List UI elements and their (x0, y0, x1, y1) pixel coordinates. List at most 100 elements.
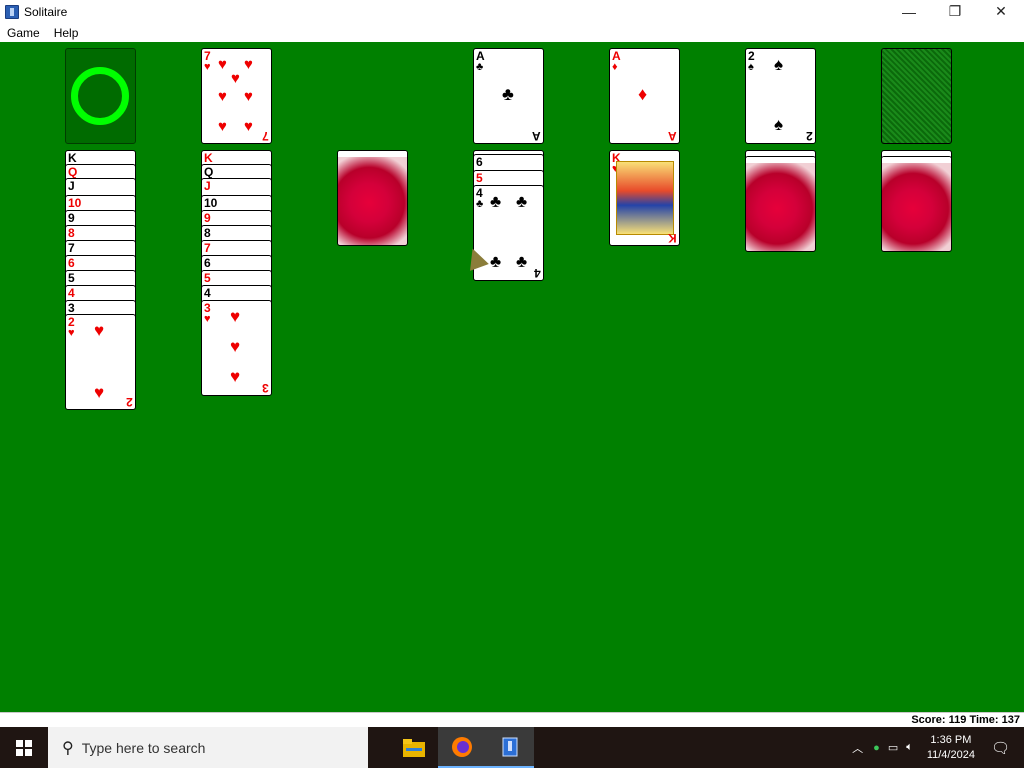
heart-icon: ♥ (230, 337, 241, 356)
solitaire-app-icon (5, 4, 19, 19)
card-rank: K (68, 151, 77, 165)
card-rank: J (204, 179, 211, 193)
heart-icon: ♥ (218, 118, 227, 135)
card-rank-bottom: A (668, 129, 677, 143)
card-rank-bottom: 2 (126, 395, 133, 409)
waste-card-7-hearts[interactable]: 7 ♥ ♥ ♥ ♥ ♥ ♥ ♥ ♥ 7 (201, 48, 272, 144)
card-rank: J (68, 179, 75, 193)
volume-icon[interactable]: 🔈︎ (906, 741, 913, 754)
solitaire-taskbar-icon[interactable] (486, 727, 534, 768)
card-rank: 10 (68, 196, 82, 210)
card-rank: 9 (204, 211, 211, 225)
taskbar: ⚲ Type here to search ︿ ● ▭ 🔈︎ 1:36 PM 1… (0, 727, 1024, 768)
card-rank: 7 (204, 241, 211, 255)
king-face-icon (616, 161, 674, 235)
card-rank: 9 (68, 211, 75, 225)
heart-icon: ♥ (204, 313, 211, 325)
heart-icon: ♥ (218, 88, 227, 105)
heart-icon: ♥ (218, 56, 227, 73)
card-two-hearts[interactable]: 2 ♥ ♥ ♥ 2 (65, 314, 136, 410)
menu-bar: Game Help (0, 23, 1024, 42)
card-rank-bottom: K (668, 231, 677, 245)
close-button[interactable]: ✕ (978, 0, 1024, 23)
card-rank: 5 (204, 271, 211, 285)
clock-date: 11/4/2024 (926, 748, 975, 761)
club-icon: ♣ (476, 198, 484, 210)
card-rank-bottom: 4 (534, 266, 541, 280)
club-icon: ♣ (516, 192, 528, 211)
heart-icon: ♥ (94, 321, 105, 340)
card-rank: K (204, 151, 213, 165)
club-icon: ♣ (490, 192, 502, 211)
club-icon: ♣ (502, 84, 514, 104)
menu-help[interactable]: Help (47, 26, 86, 40)
card-rank: 6 (476, 155, 483, 169)
game-table: 7 ♥ ♥ ♥ ♥ ♥ ♥ ♥ ♥ 7 A ♣ ♣ A A ♦ ♦ A 2 ♠ … (0, 42, 1024, 712)
foundation-empty-slot[interactable] (881, 48, 952, 144)
notification-icon[interactable]: 🗨︎ (991, 739, 1010, 757)
face-down-card[interactable] (881, 156, 952, 252)
card-rank: 8 (68, 226, 75, 240)
window-title: Solitaire (24, 4, 68, 19)
card-rank: 10 (204, 196, 218, 210)
club-icon: ♣ (476, 61, 484, 73)
spade-icon: ♠ (774, 55, 784, 74)
windows-start-button[interactable] (0, 727, 48, 768)
heart-icon: ♥ (204, 61, 211, 73)
system-tray: ︿ ● ▭ 🔈︎ 1:36 PM 11/4/2024 🗨︎ (846, 727, 1024, 768)
card-rank: 8 (204, 226, 211, 240)
card-rank-bottom: 7 (262, 129, 269, 143)
card-rank: 4 (68, 286, 75, 300)
card-rank: 4 (204, 286, 211, 300)
heart-icon: ♥ (230, 367, 241, 386)
stock-pile-empty[interactable] (65, 48, 136, 144)
clock-time: 1:36 PM (930, 733, 972, 746)
club-icon: ♣ (490, 252, 502, 271)
card-rank: 6 (204, 256, 211, 270)
file-explorer-icon[interactable] (390, 727, 438, 768)
foundation-clubs[interactable]: A ♣ ♣ A (473, 48, 544, 144)
taskbar-search-box[interactable]: ⚲ Type here to search (48, 727, 368, 768)
taskbar-clock[interactable]: 1:36 PM 11/4/2024 (927, 733, 975, 763)
card-rank-bottom: 2 (806, 129, 813, 143)
foundation-diamonds[interactable]: A ♦ ♦ A (609, 48, 680, 144)
card-king-hearts[interactable]: K ♥ K (609, 150, 680, 246)
card-rank-bottom: 3 (262, 381, 269, 395)
menu-game[interactable]: Game (0, 26, 47, 40)
heart-icon: ♥ (244, 88, 253, 105)
club-icon: ♣ (516, 252, 528, 271)
heart-icon: ♥ (244, 56, 253, 73)
recycle-ring-icon (71, 67, 129, 125)
card-rank: Q (68, 165, 78, 179)
card-rank: 5 (476, 171, 483, 185)
network-icon[interactable]: ▭ (888, 741, 898, 754)
spade-icon: ♠ (774, 115, 784, 134)
heart-icon: ♥ (94, 383, 105, 402)
minimize-button[interactable]: — (886, 0, 932, 23)
diamond-icon: ♦ (638, 84, 648, 104)
card-rank: Q (204, 165, 214, 179)
card-rank: 6 (68, 256, 75, 270)
face-down-card[interactable] (745, 156, 816, 252)
heart-icon: ♥ (230, 307, 241, 326)
card-rank: 7 (68, 241, 75, 255)
search-placeholder: Type here to search (81, 739, 206, 756)
diamond-icon: ♦ (612, 61, 618, 73)
people-icon[interactable]: ● (873, 742, 880, 754)
face-down-card[interactable] (337, 150, 408, 246)
card-rank-bottom: A (532, 129, 541, 143)
heart-icon: ♥ (68, 327, 75, 339)
card-rank: 5 (68, 271, 75, 285)
search-icon: ⚲ (62, 739, 74, 757)
title-bar: Solitaire — ❐ ✕ (0, 0, 1024, 23)
card-three-hearts[interactable]: 3 ♥ ♥ ♥ ♥ 3 (201, 300, 272, 396)
maximize-button[interactable]: ❐ (932, 0, 978, 23)
card-four-clubs[interactable]: 4 ♣ ♣ ♣ ♣ ♣ 4 (473, 185, 544, 281)
spade-icon: ♠ (748, 61, 754, 73)
chevron-up-icon[interactable]: ︿ (852, 740, 863, 756)
firefox-icon[interactable] (438, 727, 486, 768)
status-bar: Score: 119 Time: 137 (0, 712, 1024, 727)
heart-icon: ♥ (244, 118, 253, 135)
heart-icon: ♥ (231, 70, 240, 87)
foundation-spades[interactable]: 2 ♠ ♠ ♠ 2 (745, 48, 816, 144)
